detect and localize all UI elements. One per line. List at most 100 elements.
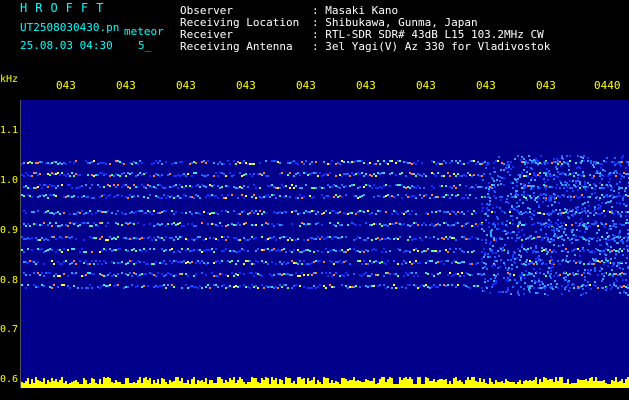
spectrogram-pixel: [411, 163, 413, 165]
spectrogram-pixel: [391, 195, 393, 197]
spectrogram-pixel: [469, 194, 471, 196]
spectrogram-pixel: [67, 236, 69, 238]
spectrogram-pixel: [501, 162, 503, 164]
spectrogram-pixel: [385, 211, 387, 213]
spectrogram-noise-pixel: [531, 217, 533, 219]
spectrogram-noise-pixel: [518, 237, 520, 239]
spectrogram-pixel: [523, 263, 525, 265]
spectrogram-noise-pixel: [556, 229, 558, 231]
spectrogram-pixel: [135, 273, 137, 275]
spectrogram-pixel: [53, 284, 55, 286]
spectrogram-noise-pixel: [624, 189, 626, 191]
spectrogram-pixel: [549, 260, 551, 262]
signal-level-bar: [107, 377, 109, 388]
spectrogram-pixel: [423, 222, 425, 224]
signal-level-bar: [611, 380, 613, 388]
spectrogram-pixel: [597, 225, 599, 227]
spectrogram-noise-pixel: [602, 287, 604, 289]
signal-level-bar: [143, 378, 145, 388]
spectrogram-pixel: [581, 185, 583, 187]
spectrogram-pixel: [435, 262, 437, 264]
signal-level-bar: [431, 381, 433, 388]
spectrogram-noise-pixel: [512, 219, 514, 221]
signal-level-bar: [191, 379, 193, 388]
spectrogram-noise-pixel: [489, 200, 491, 202]
spectrogram-pixel: [101, 195, 103, 197]
spectrogram-noise-pixel: [509, 279, 511, 281]
spectrogram-pixel: [99, 162, 101, 164]
spectrogram-pixel: [201, 272, 203, 274]
spectrogram-pixel: [469, 160, 471, 162]
spectrogram-pixel: [213, 223, 215, 225]
spectrogram-pixel: [253, 163, 255, 165]
spectrogram-pixel: [29, 225, 31, 227]
spectrogram-pixel: [263, 172, 265, 174]
spectrogram-pixel: [73, 162, 75, 164]
spectrogram-pixel: [589, 251, 591, 253]
spectrogram-pixel: [371, 273, 373, 275]
spectrogram-pixel: [23, 261, 25, 263]
spectrogram-pixel: [287, 287, 289, 289]
spectrogram-pixel: [603, 210, 605, 212]
signal-level-bar: [95, 383, 97, 388]
spectrogram-pixel: [175, 162, 177, 164]
spectrogram-pixel: [341, 262, 343, 264]
spectrogram-pixel: [271, 160, 273, 162]
spectrogram-pixel: [171, 284, 173, 286]
signal-level-bar: [67, 384, 69, 388]
spectrogram-pixel: [195, 172, 197, 174]
spectrogram-pixel: [159, 262, 161, 264]
signal-level-bar: [219, 377, 221, 388]
spectrogram-pixel: [135, 162, 137, 164]
spectrogram-noise-pixel: [494, 260, 496, 262]
spectrogram-pixel: [327, 195, 329, 197]
spectrogram-pixel: [227, 160, 229, 162]
spectrogram-pixel: [329, 212, 331, 214]
spectrogram-pixel: [243, 197, 245, 199]
spectrogram-pixel: [93, 237, 95, 239]
spectrogram-noise-pixel: [570, 229, 572, 231]
spectrogram-pixel: [353, 248, 355, 250]
spectrogram-pixel: [111, 174, 113, 176]
spectrogram-pixel: [369, 275, 371, 277]
spectrogram-pixel: [349, 175, 351, 177]
spectrogram-pixel: [295, 197, 297, 199]
spectrogram-pixel: [57, 172, 59, 174]
spectrogram-pixel: [137, 285, 139, 287]
spectrogram-pixel: [309, 237, 311, 239]
spectrogram-pixel: [283, 248, 285, 250]
spectrogram-pixel: [205, 196, 207, 198]
spectrogram-pixel: [209, 287, 211, 289]
spectrogram-pixel: [427, 286, 429, 288]
spectrogram-pixel: [387, 260, 389, 262]
spectrogram-pixel: [471, 236, 473, 238]
spectrogram-pixel: [33, 272, 35, 274]
spectrogram-pixel: [343, 161, 345, 163]
spectrogram-noise-pixel: [603, 263, 605, 265]
spectrogram-pixel: [501, 250, 503, 252]
spectrogram-pixel: [121, 261, 123, 263]
spectrogram-pixel: [281, 224, 283, 226]
spectrogram-pixel: [521, 172, 523, 174]
spectrogram-pixel: [597, 162, 599, 164]
spectrogram-pixel: [589, 284, 591, 286]
spectrogram-pixel: [375, 223, 377, 225]
spectrogram-noise-pixel: [521, 156, 523, 158]
spectrogram-noise-pixel: [499, 238, 501, 240]
spectrogram-pixel: [253, 173, 255, 175]
spectrogram-pixel: [311, 187, 313, 189]
signal-level-bar: [307, 378, 309, 388]
signal-level-bar: [403, 378, 405, 388]
spectrogram-pixel: [425, 212, 427, 214]
spectrogram-pixel: [105, 211, 107, 213]
spectrogram-pixel: [67, 225, 69, 227]
spectrogram-noise-pixel: [522, 202, 524, 204]
spectrogram-pixel: [285, 185, 287, 187]
spectrogram-pixel: [367, 263, 369, 265]
spectrogram-pixel: [253, 194, 255, 196]
y-tick: 1.0: [0, 175, 19, 186]
spectrogram-noise-pixel: [483, 230, 485, 232]
spectrogram-pixel: [465, 185, 467, 187]
spectrogram-noise-pixel: [534, 280, 536, 282]
spectrogram-pixel: [215, 195, 217, 197]
